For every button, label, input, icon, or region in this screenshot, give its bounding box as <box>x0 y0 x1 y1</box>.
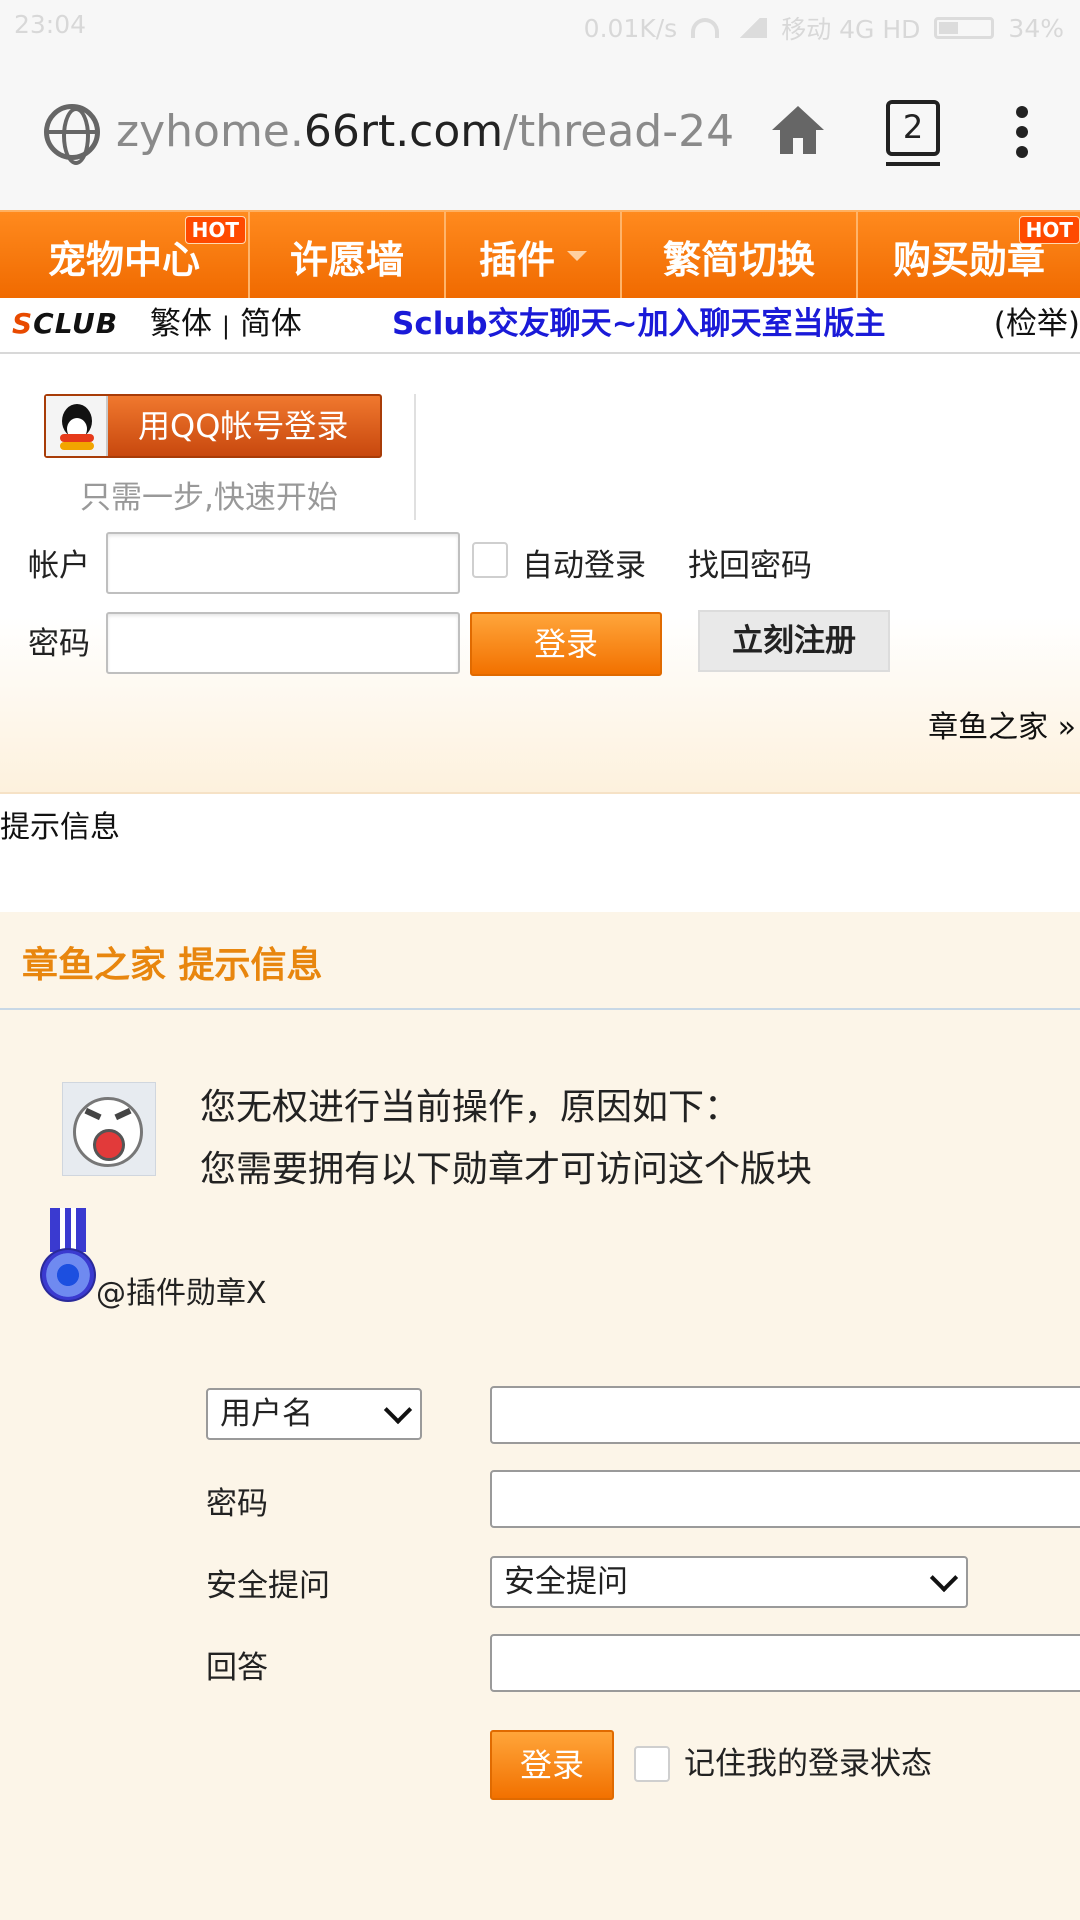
battery-icon <box>934 17 995 39</box>
security-question-select[interactable]: 安全提问 <box>490 1556 968 1608</box>
site-home-link[interactable]: 章鱼之家 » <box>928 702 1076 746</box>
qq-login-hint: 只需一步,快速开始 <box>80 480 338 516</box>
sub-bar: SCLUB 繁体 | 简体 Sclub交友聊天~加入聊天室当版主 (检举) <box>0 298 1080 354</box>
divider <box>414 394 416 520</box>
nav-lang-switch[interactable]: 繁简切换 <box>620 212 856 300</box>
register-button[interactable]: 立刻注册 <box>698 610 890 672</box>
qq-login-button[interactable]: 用QQ帐号登录 <box>44 394 382 458</box>
crying-avatar-icon <box>62 1082 156 1176</box>
url-prefix: zyhome. <box>116 106 304 157</box>
account-input[interactable] <box>106 532 460 594</box>
nav-label: 插件 <box>478 237 555 282</box>
battery-percent: 34% <box>1008 13 1064 43</box>
account-label: 帐户 <box>28 548 90 584</box>
chevron-down-icon <box>932 1568 956 1592</box>
form-password-label: 密码 <box>206 1486 268 1522</box>
marquee-link[interactable]: Sclub交友聊天~加入聊天室当版主 <box>392 298 886 350</box>
quick-login-panel: 用QQ帐号登录 只需一步,快速开始 帐户 自动登录 找回密码 密码 登录 立刻注… <box>0 354 1080 794</box>
nav-plugins[interactable]: 插件 <box>444 212 620 300</box>
username-type-select[interactable]: 用户名 <box>206 1388 422 1440</box>
password-input[interactable] <box>106 612 460 674</box>
auto-login-checkbox[interactable] <box>472 542 508 578</box>
message-header: 章鱼之家 提示信息 <box>0 912 1080 1010</box>
url-path: /thread-24041 <box>503 106 736 157</box>
tabs-button[interactable]: 2 <box>886 100 940 166</box>
nav-wish-wall[interactable]: 许愿墙 <box>248 212 444 300</box>
medal-icon <box>40 1208 96 1306</box>
status-right: 0.01K/s 移动 4G HD 34% <box>584 10 1064 46</box>
chevron-down-icon <box>386 1400 410 1424</box>
remember-me-checkbox[interactable] <box>634 1746 670 1782</box>
main-nav: 宠物中心 HOT 许愿墙 插件 繁简切换 购买勋章 HOT <box>0 210 1080 300</box>
page-title: 提示信息 <box>0 810 120 845</box>
quick-login-button[interactable]: 登录 <box>470 612 662 676</box>
signal-icon <box>733 18 768 38</box>
url-host: 66rt.com <box>303 106 504 157</box>
language-switch: 繁体 | 简体 <box>150 298 302 352</box>
wifi-icon <box>691 18 720 38</box>
sclub-logo[interactable]: SCLUB <box>12 310 118 338</box>
status-bar: 23:04 0.01K/s 移动 4G HD 34% <box>0 0 1080 50</box>
globe-icon[interactable] <box>44 104 100 165</box>
answer-input[interactable] <box>490 1634 1080 1692</box>
nav-buy-medal[interactable]: 购买勋章 HOT <box>856 212 1080 300</box>
remember-me-label: 记住我的登录状态 <box>684 1746 932 1782</box>
hot-badge: HOT <box>184 216 246 244</box>
find-password-link[interactable]: 找回密码 <box>688 540 812 585</box>
report-link[interactable]: (检举) <box>994 298 1080 350</box>
qq-penguin-icon <box>46 396 108 456</box>
nav-label: 宠物中心 <box>47 237 200 282</box>
more-menu-icon[interactable] <box>1014 106 1030 158</box>
network-speed: 0.01K/s <box>583 13 678 43</box>
auto-login-label: 自动登录 <box>522 548 646 584</box>
hot-badge: HOT <box>1018 216 1080 244</box>
lang-separator: | <box>221 312 230 340</box>
message-box: 章鱼之家 提示信息 您无权进行当前操作，原因如下： 您需要拥有以下勋章才可访问这… <box>0 912 1080 1920</box>
qq-login-label: 用QQ帐号登录 <box>138 407 349 445</box>
message-title: 章鱼之家 提示信息 <box>22 945 323 986</box>
nav-label: 繁简切换 <box>662 237 815 282</box>
security-question-value: 安全提问 <box>504 1564 628 1600</box>
status-time: 23:04 <box>14 10 87 39</box>
nav-label: 许愿墙 <box>289 237 404 282</box>
username-input[interactable] <box>490 1386 1080 1444</box>
username-type-value: 用户名 <box>220 1396 313 1432</box>
form-password-input[interactable] <box>490 1470 1080 1528</box>
lang-simplified-link[interactable]: 简体 <box>240 306 302 342</box>
medal-label: @插件勋章X <box>96 1276 267 1311</box>
message-line-2: 您需要拥有以下勋章才可访问这个版块 <box>200 1149 813 1190</box>
security-question-label: 安全提问 <box>206 1568 330 1604</box>
nav-pet-center[interactable]: 宠物中心 HOT <box>0 212 248 300</box>
carrier-label: 移动 4G HD <box>781 15 921 44</box>
chevron-down-icon <box>567 251 587 261</box>
address-bar[interactable]: zyhome.66rt.com/thread-24041 <box>116 104 736 160</box>
tab-count: 2 <box>902 108 924 146</box>
password-label: 密码 <box>28 626 90 662</box>
message-line-1: 您无权进行当前操作，原因如下： <box>200 1087 741 1128</box>
answer-label: 回答 <box>206 1650 268 1686</box>
form-login-button[interactable]: 登录 <box>490 1730 614 1800</box>
home-icon[interactable] <box>768 100 828 160</box>
lang-traditional-link[interactable]: 繁体 <box>150 306 212 342</box>
